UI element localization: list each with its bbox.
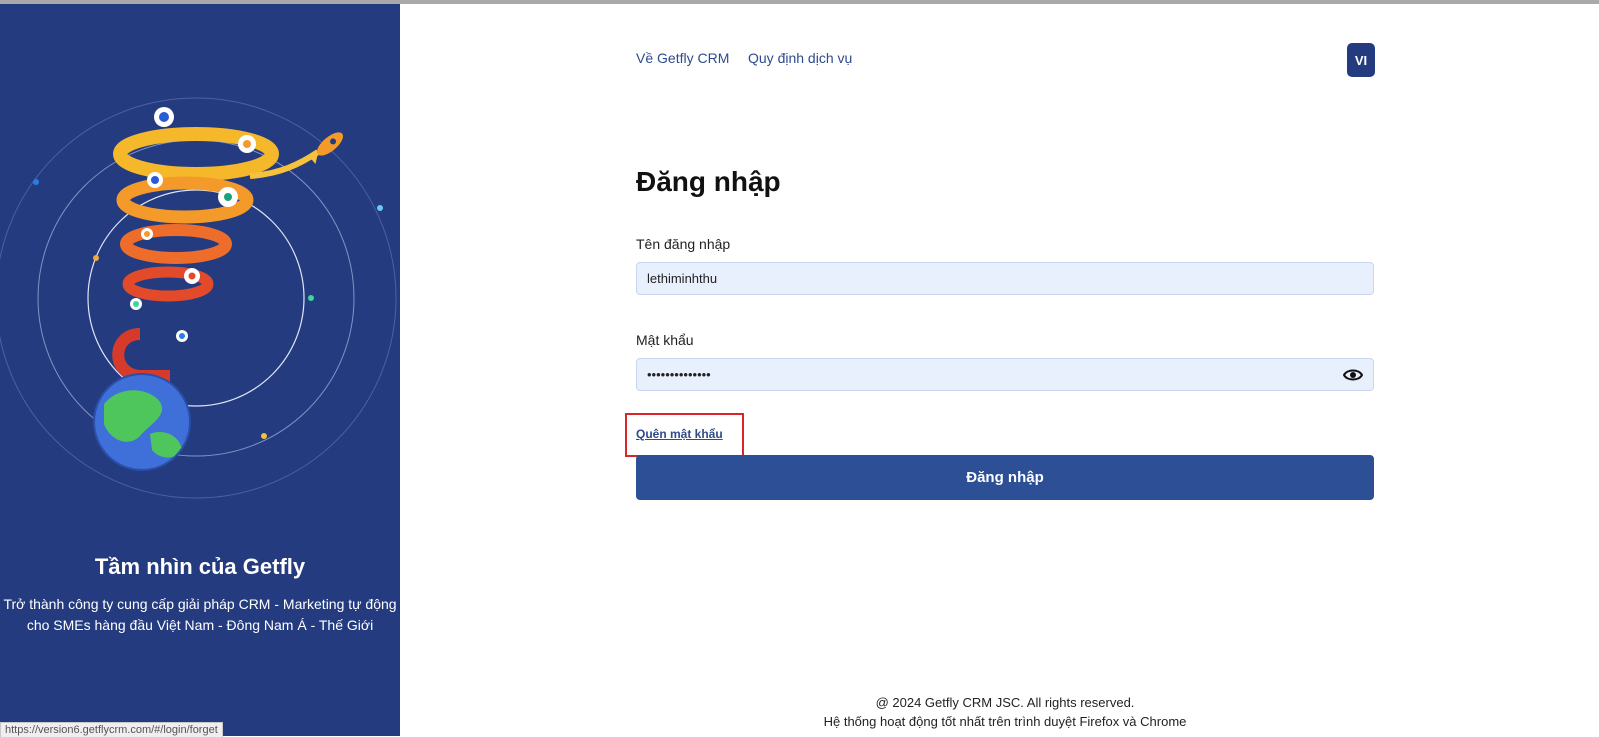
password-label: Mật khẩu <box>636 332 694 348</box>
language-button[interactable]: VI <box>1347 43 1375 77</box>
left-panel: Tầm nhìn của Getfly Trở thành công ty cu… <box>0 4 400 736</box>
vision-title: Tầm nhìn của Getfly <box>94 554 306 579</box>
vision-text: Trở thành công ty cung cấp giải pháp CRM… <box>0 594 400 636</box>
getfly-illustration <box>0 97 397 499</box>
footer-browser-note: Hệ thống hoạt động tốt nhất trên trình d… <box>823 714 1187 729</box>
nav-about-link[interactable]: Về Getfly CRM <box>636 50 729 66</box>
eye-icon[interactable] <box>1342 367 1364 388</box>
vision-line-1: Trở thành công ty cung cấp giải pháp CRM… <box>3 596 397 612</box>
username-label: Tên đăng nhập <box>636 236 731 252</box>
login-title: Đăng nhập <box>636 166 781 197</box>
password-value: •••••••••••••• <box>647 367 711 382</box>
login-button[interactable]: Đăng nhập <box>636 455 1374 500</box>
status-bar-url: https://version6.getflycrm.com/#/login/f… <box>0 722 223 737</box>
forgot-password-link[interactable]: Quên mật khẩu <box>636 427 723 441</box>
footer-copyright: @ 2024 Getfly CRM JSC. All rights reserv… <box>875 695 1135 710</box>
username-input[interactable]: lethiminhthu <box>636 262 1374 295</box>
vision-line-2: cho SMEs hàng đầu Việt Nam - Đông Nam Á … <box>26 617 374 633</box>
nav-terms-link[interactable]: Quy định dịch vụ <box>748 50 852 66</box>
password-input[interactable]: •••••••••••••• <box>636 358 1374 391</box>
username-value: lethiminhthu <box>647 271 718 286</box>
